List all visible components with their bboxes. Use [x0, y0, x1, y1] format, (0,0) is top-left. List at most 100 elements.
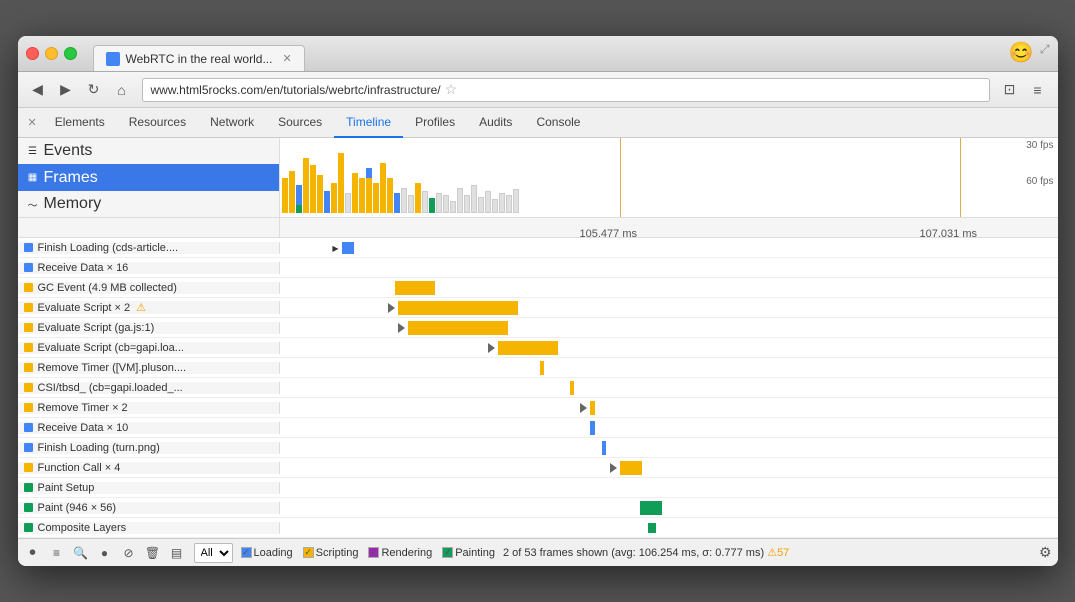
- extensions-button[interactable]: ⊡: [998, 78, 1022, 102]
- home-button[interactable]: ⌂: [110, 78, 134, 102]
- events-icon: ☰: [26, 144, 40, 158]
- rendering-checkbox-box[interactable]: ✓: [368, 547, 379, 558]
- back-button[interactable]: ◀: [26, 78, 50, 102]
- devtools-body: ☰ Events ▦ Frames 〜 Memory 30 fps 60 fp: [18, 138, 1058, 538]
- tab-timeline[interactable]: Timeline: [334, 108, 403, 138]
- nav-bar: ◀ ▶ ↻ ⌂ www.html5rocks.com/en/tutorials/…: [18, 72, 1058, 108]
- event-text: Receive Data × 10: [38, 422, 129, 434]
- table-row: Receive Data × 10: [18, 418, 1058, 438]
- time-header: 105.477 ms 107.031 ms: [18, 218, 1058, 238]
- bookmark-icon[interactable]: ☆: [445, 81, 458, 98]
- table-row: Receive Data × 16: [18, 258, 1058, 278]
- forward-button[interactable]: ▶: [54, 78, 78, 102]
- painting-checkbox-box[interactable]: ✓: [442, 547, 453, 558]
- painting-label: Painting: [455, 547, 495, 559]
- tab-network[interactable]: Network: [198, 108, 266, 138]
- address-bar[interactable]: www.html5rocks.com/en/tutorials/webrtc/i…: [142, 78, 990, 102]
- tab-close-icon[interactable]: ✕: [282, 52, 291, 65]
- settings-gear-icon[interactable]: ⚙: [1039, 544, 1052, 561]
- close-button[interactable]: [26, 47, 39, 60]
- event-text: Paint (946 × 56): [38, 502, 117, 514]
- event-text: CSI/tbsd_ (cb=gapi.loaded_...: [38, 382, 183, 394]
- scripting-dot: [24, 303, 33, 312]
- maximize-button[interactable]: [64, 47, 77, 60]
- table-row: Evaluate Script (ga.js:1): [18, 318, 1058, 338]
- event-label: Evaluate Script × 2 ⚠: [18, 301, 280, 314]
- scripting-checkbox-box[interactable]: ✓: [303, 547, 314, 558]
- event-rows: Finish Loading (cds-article.... ▶: [18, 238, 1058, 538]
- event-label: Finish Loading (cds-article....: [18, 242, 280, 254]
- stop-button[interactable]: ⊘: [120, 544, 138, 562]
- fullscreen-button[interactable]: ⤢: [1040, 42, 1050, 57]
- table-row: Finish Loading (turn.png): [18, 438, 1058, 458]
- devtools-close-button[interactable]: ✕: [22, 116, 43, 129]
- sidebar-frames[interactable]: ▦ Frames: [18, 164, 279, 191]
- url-text: www.html5rocks.com/en/tutorials/webrtc/i…: [151, 83, 441, 97]
- reload-button[interactable]: ↻: [82, 78, 106, 102]
- timeline-chart: ☰ Events ▦ Frames 〜 Memory 30 fps 60 fp: [18, 138, 1058, 218]
- event-label: Composite Layers: [18, 522, 280, 534]
- table-row: CSI/tbsd_ (cb=gapi.loaded_...: [18, 378, 1058, 398]
- table-row: Evaluate Script × 2 ⚠: [18, 298, 1058, 318]
- menu-button[interactable]: ≡: [1026, 78, 1050, 102]
- events-label: Events: [44, 142, 93, 160]
- fps-60-label: 60 fps: [1026, 176, 1053, 187]
- scripting-dot: [24, 383, 33, 392]
- event-bar-area: ▶: [280, 238, 1058, 257]
- event-text: Remove Timer × 2: [38, 402, 128, 414]
- loading-checkbox[interactable]: ✓ Loading: [241, 547, 293, 559]
- event-text: Paint Setup: [38, 482, 95, 494]
- event-bar-area: [280, 278, 1058, 297]
- painting-checkbox[interactable]: ✓ Painting: [442, 547, 495, 559]
- devtools-tab-bar: ✕ Elements Resources Network Sources Tim…: [18, 108, 1058, 138]
- scripting-label: Scripting: [316, 547, 359, 559]
- clear-button[interactable]: ≡: [48, 544, 66, 562]
- event-label: Receive Data × 10: [18, 422, 280, 434]
- filter-button[interactable]: ▤: [168, 544, 186, 562]
- event-label: Paint Setup: [18, 482, 280, 494]
- minimize-button[interactable]: [45, 47, 58, 60]
- scripting-checkbox[interactable]: ✓ Scripting: [303, 547, 359, 559]
- loading-checkbox-box[interactable]: ✓: [241, 547, 252, 558]
- event-text: Finish Loading (cds-article....: [38, 242, 179, 254]
- tab-sources[interactable]: Sources: [266, 108, 334, 138]
- painting-dot: [24, 503, 33, 512]
- event-label: CSI/tbsd_ (cb=gapi.loaded_...: [18, 382, 280, 394]
- memory-label: Memory: [44, 195, 102, 213]
- search-button[interactable]: 🔍: [72, 544, 90, 562]
- sidebar-memory[interactable]: 〜 Memory: [18, 191, 279, 217]
- rendering-checkbox[interactable]: ✓ Rendering: [368, 547, 432, 559]
- dot-button[interactable]: ●: [96, 544, 114, 562]
- bottom-icons: ⏺ ≡ 🔍 ● ⊘ 🗑 ▤: [24, 544, 186, 562]
- status-text: 2 of 53 frames shown (avg: 106.254 ms, σ…: [503, 546, 1031, 559]
- event-label: Remove Timer ([VM].pluson....: [18, 362, 280, 374]
- frames-label: Frames: [44, 169, 98, 187]
- tab-audits[interactable]: Audits: [467, 108, 524, 138]
- table-row: Composite Layers: [18, 518, 1058, 538]
- browser-tab[interactable]: WebRTC in the real world... ✕: [93, 45, 305, 71]
- table-row: GC Event (4.9 MB collected): [18, 278, 1058, 298]
- chart-right: 30 fps 60 fps: [280, 138, 1058, 217]
- window-controls: [26, 47, 77, 60]
- table-row: Finish Loading (cds-article.... ▶: [18, 238, 1058, 258]
- filter-select[interactable]: All: [194, 543, 233, 563]
- event-text: Remove Timer ([VM].pluson....: [38, 362, 187, 374]
- tab-elements[interactable]: Elements: [43, 108, 117, 138]
- warning-icon: ⚠: [136, 301, 146, 314]
- event-text: Evaluate Script (ga.js:1): [38, 322, 155, 334]
- tab-profiles[interactable]: Profiles: [403, 108, 467, 138]
- checkbox-group: ✓ Loading ✓ Scripting ✓ Rendering ✓ Pain…: [241, 547, 495, 559]
- tab-console[interactable]: Console: [524, 108, 592, 138]
- event-bar-area: [280, 358, 1058, 377]
- trash-button[interactable]: 🗑: [144, 544, 162, 562]
- table-row: Paint Setup: [18, 478, 1058, 498]
- table-row: Evaluate Script (cb=gapi.loa...: [18, 338, 1058, 358]
- record-button[interactable]: ⏺: [24, 544, 42, 562]
- event-bar-area: [280, 498, 1058, 517]
- tab-resources[interactable]: Resources: [117, 108, 198, 138]
- sidebar-events[interactable]: ☰ Events: [18, 138, 279, 164]
- event-label: Function Call × 4: [18, 462, 280, 474]
- fps-30-label: 30 fps: [1026, 140, 1053, 151]
- browser-window: WebRTC in the real world... ✕ 😊 ⤢ ◀ ▶ ↻ …: [18, 36, 1058, 566]
- event-text: Composite Layers: [38, 522, 127, 534]
